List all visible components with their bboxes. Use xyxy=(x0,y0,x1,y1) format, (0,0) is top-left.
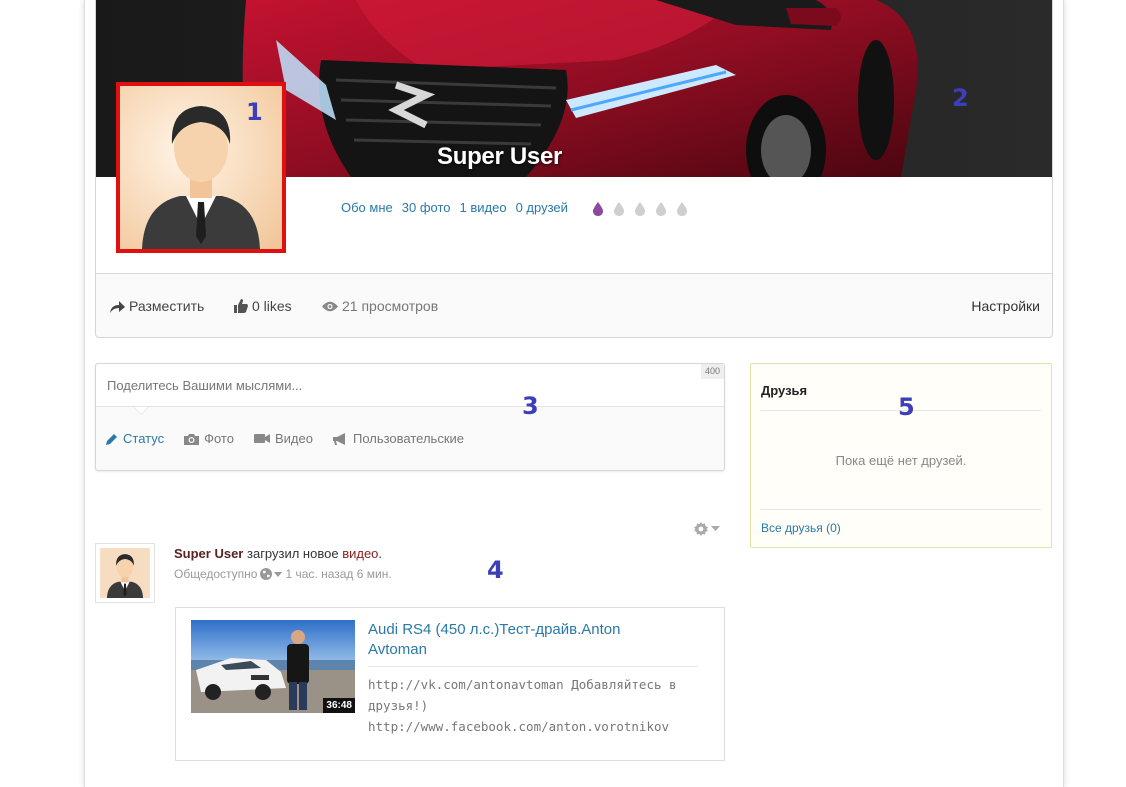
divider xyxy=(368,666,698,667)
profile-action-bar: Разместить 0 likes 21 просмотров Настрой… xyxy=(96,273,1052,337)
camera-icon xyxy=(184,433,200,445)
annotation-number: 4 xyxy=(487,556,504,584)
tab-video-label: Видео xyxy=(274,431,313,446)
profile-link-photos[interactable]: 30 фото xyxy=(402,200,451,215)
megaphone-icon xyxy=(332,432,345,445)
friends-title: Друзья xyxy=(761,383,808,398)
all-friends-link[interactable]: Все друзья (0) xyxy=(761,521,841,535)
privacy-label: Общедоступно xyxy=(174,567,258,581)
chevron-down-icon xyxy=(274,571,283,577)
stream-timestamp: 1 час. назад 6 мин. xyxy=(285,567,392,581)
karma-drops xyxy=(592,202,688,217)
annotation-number: 5 xyxy=(898,393,915,421)
tab-photo-label: Фото xyxy=(204,431,234,446)
settings-link[interactable]: Настройки xyxy=(971,298,1040,314)
tab-custom-label: Пользовательские xyxy=(352,431,465,446)
video-title-link[interactable]: Audi RS4 (450 л.с.)Тест-драйв.Anton Avto… xyxy=(368,620,668,660)
status-composer: 400 Статус Фото Видео Пользовательские xyxy=(95,363,725,471)
status-input[interactable] xyxy=(96,364,724,407)
karma-drop-icon xyxy=(613,202,625,216)
tab-video[interactable]: Видео xyxy=(253,431,313,446)
stream-options-button[interactable] xyxy=(694,522,720,536)
composer-tabs: Статус Фото Видео Пользовательские xyxy=(106,431,464,446)
profile-link-videos[interactable]: 1 видео xyxy=(460,200,507,215)
video-description-line: друзья!) xyxy=(368,698,429,713)
share-label: Разместить xyxy=(129,298,205,314)
eye-icon xyxy=(322,301,338,311)
video-camera-icon xyxy=(253,434,270,443)
share-button[interactable]: Разместить xyxy=(110,298,204,314)
stream-author-link[interactable]: Super User xyxy=(174,546,243,561)
karma-drop-icon xyxy=(655,202,667,216)
karma-drop-icon xyxy=(592,202,604,216)
likes-count: 0 likes xyxy=(252,298,292,314)
stream-object-link[interactable]: видео xyxy=(342,546,378,561)
views-label: 21 просмотров xyxy=(342,298,439,314)
gear-icon xyxy=(694,522,708,536)
privacy-selector[interactable] xyxy=(260,568,283,580)
like-button[interactable]: 0 likes xyxy=(234,298,292,314)
views-counter: 21 просмотров xyxy=(322,298,438,314)
tab-custom[interactable]: Пользовательские xyxy=(332,431,465,446)
composer-caret xyxy=(134,407,148,414)
annotation-number: 2 xyxy=(952,84,969,112)
stream-meta: Общедоступно 1 час. назад 6 мин. xyxy=(174,567,392,581)
profile-link-about[interactable]: Обо мне xyxy=(341,200,393,215)
karma-drop-icon xyxy=(676,202,688,216)
video-thumbnail[interactable]: 36:48 xyxy=(191,620,355,713)
profile-links: Обо мне 30 фото 1 видео 0 друзей xyxy=(341,200,568,215)
tab-photo[interactable]: Фото xyxy=(184,431,234,446)
divider xyxy=(761,509,1041,510)
tab-status[interactable]: Статус xyxy=(106,431,164,446)
video-description-line: http://vk.com/antonavtoman Добавляйтесь … xyxy=(368,677,677,692)
stream-period: . xyxy=(378,546,383,561)
video-attachment: 36:48 Audi RS4 (450 л.с.)Тест-драйв.Anto… xyxy=(175,607,725,761)
pencil-icon xyxy=(106,433,117,445)
friends-empty-message: Пока ещё нет друзей. xyxy=(835,453,967,468)
char-limit-counter: 400 xyxy=(701,364,724,379)
share-arrow-icon xyxy=(110,300,125,313)
annotation-number: 3 xyxy=(522,392,539,420)
friends-widget: Друзья Пока ещё нет друзей. Все друзья (… xyxy=(750,363,1052,548)
video-description-line: http://www.facebook.com/anton.vorotnikov xyxy=(368,719,670,734)
annotation-number: 1 xyxy=(246,98,263,126)
stream-action-text: загрузил новое xyxy=(247,546,339,561)
video-description: http://vk.com/antonavtoman Добавляйтесь … xyxy=(368,674,688,737)
user-silhouette-icon xyxy=(100,548,150,598)
globe-icon xyxy=(260,568,273,580)
video-duration: 36:48 xyxy=(323,698,355,713)
profile-link-friends[interactable]: 0 друзей xyxy=(516,200,568,215)
stream-author-avatar[interactable] xyxy=(95,543,155,603)
profile-name: Super User xyxy=(437,143,563,170)
chevron-down-icon xyxy=(711,526,720,531)
stream-headline: Super User загрузил новое видео. xyxy=(174,546,382,561)
tab-status-label: Статус xyxy=(123,431,165,446)
thumbs-up-icon xyxy=(234,299,248,313)
karma-drop-icon xyxy=(634,202,646,216)
